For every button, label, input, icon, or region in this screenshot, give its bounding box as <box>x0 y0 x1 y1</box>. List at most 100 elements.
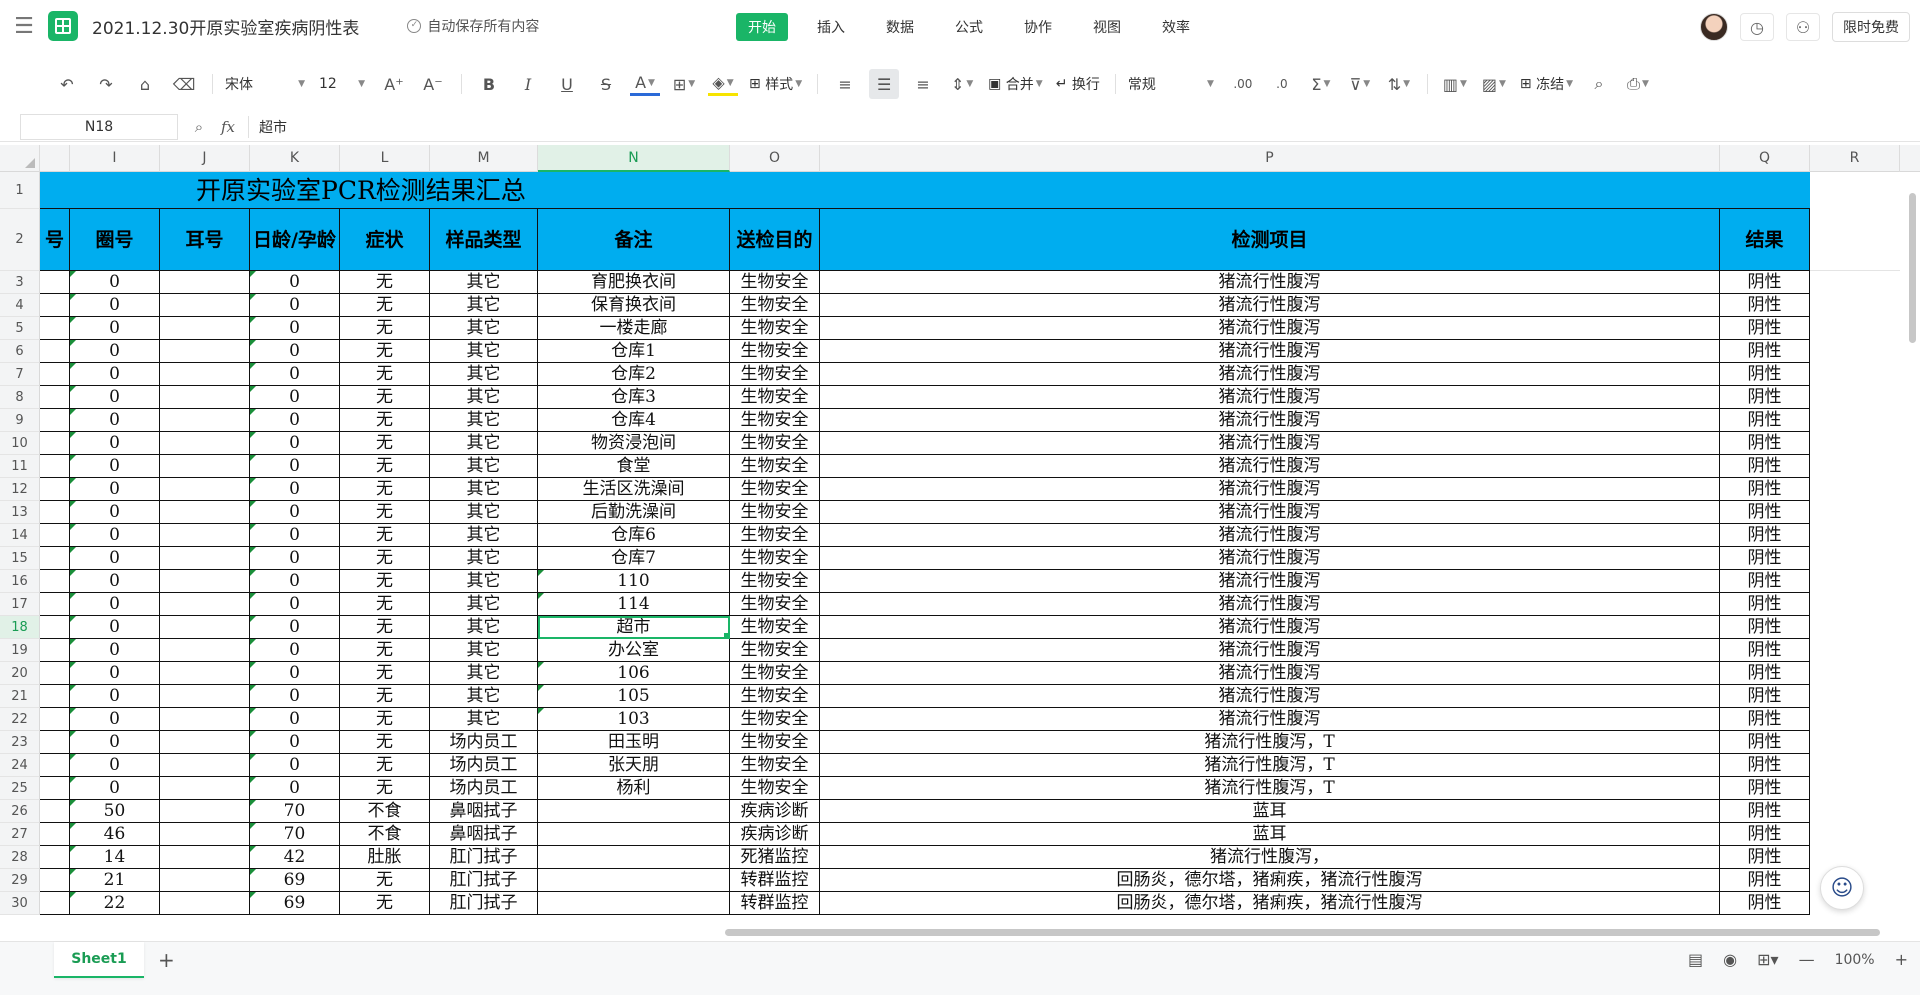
table-cell-symptom[interactable]: 无 <box>340 340 430 363</box>
table-cell-symptom[interactable]: 不食 <box>340 800 430 823</box>
table-cell-symptom[interactable]: 无 <box>340 593 430 616</box>
table-cell-result[interactable]: 阴性 <box>1720 455 1810 478</box>
table-cell-ear[interactable] <box>160 432 250 455</box>
table-cell-pen[interactable]: 0 <box>70 432 160 455</box>
table-cell-result[interactable]: 阴性 <box>1720 846 1810 869</box>
table-cell[interactable] <box>40 432 70 455</box>
table-cell-sample[interactable]: 其它 <box>430 639 538 662</box>
row-header[interactable]: 7 <box>0 363 40 386</box>
table-cell-pen[interactable]: 22 <box>70 892 160 915</box>
table-cell-ear[interactable] <box>160 731 250 754</box>
table-cell-sample[interactable]: 其它 <box>430 501 538 524</box>
table-cell-purpose[interactable]: 生物安全 <box>730 547 820 570</box>
table-cell-note[interactable]: 仓库2 <box>538 363 730 386</box>
table-cell-sample[interactable]: 其它 <box>430 662 538 685</box>
table-cell-item[interactable]: 猪流行性腹泻，T <box>820 777 1720 800</box>
table-cell-ear[interactable] <box>160 317 250 340</box>
table-cell-purpose[interactable]: 生物安全 <box>730 570 820 593</box>
table-cell-pen[interactable]: 0 <box>70 616 160 639</box>
table-cell-age[interactable]: 69 <box>250 869 340 892</box>
table-cell-result[interactable]: 阴性 <box>1720 616 1810 639</box>
table-cell-item[interactable]: 猪流行性腹泻，T <box>820 754 1720 777</box>
table-cell[interactable] <box>40 547 70 570</box>
name-box[interactable]: N18 <box>20 113 178 140</box>
table-cell-item[interactable]: 猪流行性腹泻， <box>820 846 1720 869</box>
table-cell-result[interactable]: 阴性 <box>1720 593 1810 616</box>
table-cell-pen[interactable]: 0 <box>70 662 160 685</box>
table-cell-symptom[interactable]: 无 <box>340 616 430 639</box>
empty-cell[interactable] <box>1810 209 1900 271</box>
table-cell-sample[interactable]: 其它 <box>430 708 538 731</box>
vertical-align-icon[interactable]: ⇕ ▼ <box>947 69 977 99</box>
table-cell-result[interactable]: 阴性 <box>1720 524 1810 547</box>
table-cell-note[interactable]: 106 <box>538 662 730 685</box>
table-cell-result[interactable]: 阴性 <box>1720 317 1810 340</box>
table-cell-purpose[interactable]: 生物安全 <box>730 662 820 685</box>
table-cell-item[interactable]: 猪流行性腹泻 <box>820 386 1720 409</box>
table-cell-sample[interactable]: 其它 <box>430 317 538 340</box>
table-cell-note[interactable]: 仓库3 <box>538 386 730 409</box>
sheet-title[interactable]: 开原实验室PCR检测结果汇总 <box>40 172 1810 209</box>
table-cell-pen[interactable]: 0 <box>70 386 160 409</box>
clear-format-icon[interactable]: ⌫ <box>169 69 199 99</box>
table-cell-ear[interactable] <box>160 294 250 317</box>
table-cell[interactable] <box>40 616 70 639</box>
add-sheet-icon[interactable]: + <box>158 948 175 972</box>
table-cell[interactable] <box>40 294 70 317</box>
tab-5[interactable]: 视图 <box>1081 13 1133 41</box>
table-cell-purpose[interactable]: 生物安全 <box>730 432 820 455</box>
wrap-button[interactable]: ↵ 换行 <box>1054 69 1102 99</box>
table-cell-sample[interactable]: 其它 <box>430 455 538 478</box>
table-cell-pen[interactable]: 0 <box>70 363 160 386</box>
table-cell-result[interactable]: 阴性 <box>1720 731 1810 754</box>
eye-protect-icon[interactable]: ◉ <box>1723 950 1737 969</box>
table-cell-ear[interactable] <box>160 662 250 685</box>
table-cell-item[interactable]: 猪流行性腹泻 <box>820 294 1720 317</box>
table-cell-ear[interactable] <box>160 409 250 432</box>
freeze-button[interactable]: ⊞ 冻结 ▼ <box>1518 69 1575 99</box>
table-cell-symptom[interactable]: 无 <box>340 294 430 317</box>
table-cell-purpose[interactable]: 生物安全 <box>730 777 820 800</box>
row-header[interactable]: 20 <box>0 662 40 685</box>
table-cell-note[interactable]: 办公室 <box>538 639 730 662</box>
document-title[interactable]: 2021.12.30开原实验室疾病阴性表 <box>92 14 359 39</box>
table-cell-purpose[interactable]: 生物安全 <box>730 363 820 386</box>
table-cell-age[interactable]: 0 <box>250 731 340 754</box>
row-header[interactable]: 8 <box>0 386 40 409</box>
table-cell-age[interactable]: 0 <box>250 616 340 639</box>
column-header-Q[interactable]: Q <box>1720 145 1810 172</box>
table-cell-purpose[interactable]: 生物安全 <box>730 731 820 754</box>
assistant-icon[interactable]: ☺ <box>1820 866 1864 910</box>
row-header[interactable]: 3 <box>0 271 40 294</box>
print-icon[interactable]: ⎙ ▼ <box>1623 69 1653 99</box>
table-cell-purpose[interactable]: 生物安全 <box>730 616 820 639</box>
table-cell-age[interactable]: 0 <box>250 294 340 317</box>
table-cell-ear[interactable] <box>160 685 250 708</box>
table-cell[interactable] <box>40 823 70 846</box>
table-cell-age[interactable]: 0 <box>250 593 340 616</box>
table-cell-pen[interactable]: 0 <box>70 478 160 501</box>
scroll-thumb[interactable] <box>725 929 1880 936</box>
table-cell-pen[interactable]: 0 <box>70 639 160 662</box>
row-header[interactable]: 5 <box>0 317 40 340</box>
table-cell-age[interactable]: 42 <box>250 846 340 869</box>
select-all-corner[interactable] <box>0 145 40 172</box>
row-header[interactable]: 25 <box>0 777 40 800</box>
table-cell-age[interactable]: 0 <box>250 455 340 478</box>
table-cell-pen[interactable]: 21 <box>70 869 160 892</box>
function-icon[interactable]: fx <box>214 118 242 136</box>
table-cell-item[interactable]: 猪流行性腹泻 <box>820 432 1720 455</box>
table-cell-pen[interactable]: 0 <box>70 547 160 570</box>
table-cell-note[interactable]: 114 <box>538 593 730 616</box>
table-cell-purpose[interactable]: 生物安全 <box>730 524 820 547</box>
table-cell-result[interactable]: 阴性 <box>1720 294 1810 317</box>
header-cell[interactable]: 样品类型 <box>430 209 538 271</box>
table-cell-note[interactable]: 仓库1 <box>538 340 730 363</box>
table-cell-result[interactable]: 阴性 <box>1720 662 1810 685</box>
table-cell-ear[interactable] <box>160 892 250 915</box>
table-cell-sample[interactable]: 肛门拭子 <box>430 892 538 915</box>
table-cell-note[interactable]: 仓库4 <box>538 409 730 432</box>
table-cell-purpose[interactable]: 转群监控 <box>730 869 820 892</box>
tab-0[interactable]: 开始 <box>736 13 788 41</box>
table-cell-symptom[interactable]: 不食 <box>340 823 430 846</box>
